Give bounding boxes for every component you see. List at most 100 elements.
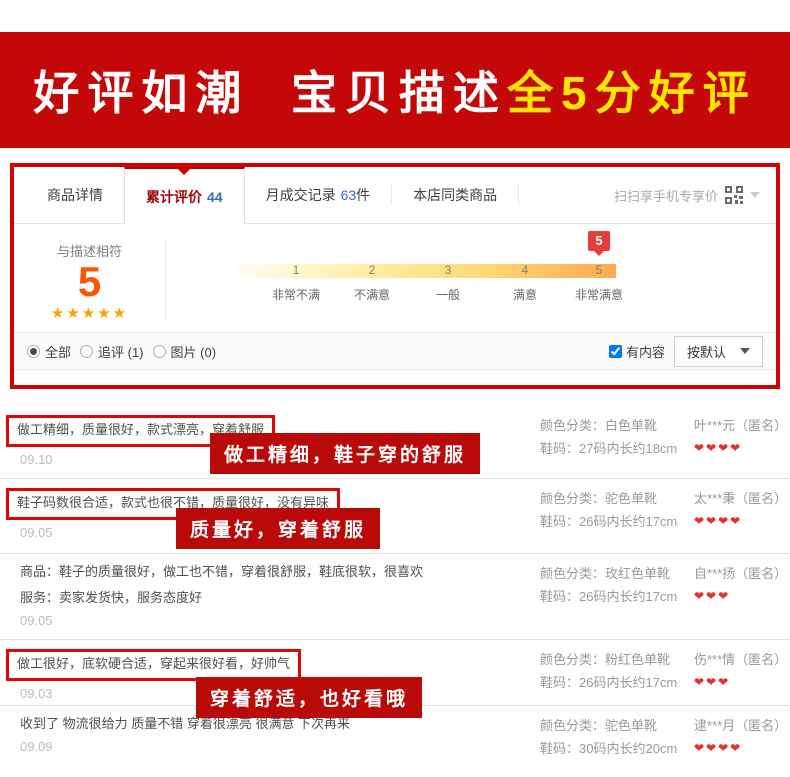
filter-all-label: 全部	[45, 344, 72, 360]
tab-product-detail[interactable]: 商品详情	[26, 167, 124, 223]
review-color: 颜色分类：驼色单靴	[540, 491, 658, 507]
chevron-down-icon	[750, 192, 760, 198]
has-content-checkbox-group[interactable]: 有内容	[608, 342, 665, 361]
review-buyer: 太***秉（匿名） ❤❤❤❤	[690, 488, 790, 553]
score-value: 5	[77, 258, 102, 305]
scale-label-1: 非常不满	[271, 288, 320, 302]
tab-product-detail-label: 商品详情	[47, 187, 103, 203]
score-badge-value: 5	[595, 233, 603, 248]
review-callout-banner: 穿着舒适，也好看哦	[196, 677, 423, 719]
review-color: 颜色分类：玫红色单靴	[540, 566, 671, 582]
satisfaction-scale: 1 2 3 4 5 非常不满 不满意 一般 满意 非常满意 5	[166, 231, 776, 322]
review-content: 商品：鞋子的质量很好，做工也不错，穿着很舒服，鞋底很软，很喜欢 服务：卖家发货快…	[20, 563, 540, 639]
review-date: 09.09	[20, 738, 53, 754]
radio-unselected-icon	[152, 344, 166, 358]
promo-banner-highlight: 全5分好评	[506, 67, 757, 119]
review-content: 收到了 物流很给力 质量不错 穿着很漂亮 很满意 下次再来 09.09	[20, 715, 540, 766]
review-buyer: 逮***月（匿名） ❤❤❤❤	[690, 715, 790, 766]
monthly-sales-count: 63	[340, 187, 357, 203]
has-content-label: 有内容	[625, 344, 665, 360]
chevron-down-icon	[740, 348, 750, 355]
promo-banner-text: 好评如潮 宝贝描述	[33, 67, 507, 119]
review-sku-info: 颜色分类：白色单靴 鞋码：27码内长约18cm	[540, 415, 690, 478]
tab-monthly-sales-label: 月成交记录	[265, 187, 336, 203]
review-size: 鞋码：27码内长约18cm	[540, 440, 678, 456]
scale-label-4: 满意	[512, 288, 537, 302]
review-row: 做工很好，底软硬合适，穿起来很好看，好帅气 09.03 颜色分类：粉红色单靴 鞋…	[0, 640, 790, 719]
review-size: 鞋码：26码内长约17cm	[540, 674, 678, 690]
tab-same-store-items-label: 本店同类商品	[413, 187, 498, 203]
review-color: 颜色分类：白色单靴	[540, 418, 658, 434]
buyer-name: 太***秉（匿名）	[694, 491, 788, 507]
radio-selected-icon	[27, 344, 40, 358]
tab-bar: 商品详情 累计评价 44 月成交记录 63 件 本店同类商品 扫扫享手机专享价	[14, 167, 776, 224]
scale-tick-2: 2	[368, 263, 376, 277]
review-panel: 商品详情 累计评价 44 月成交记录 63 件 本店同类商品 扫扫享手机专享价	[10, 163, 780, 390]
tab-divider	[518, 185, 520, 205]
qr-code-icon	[725, 186, 743, 204]
tab-cumulative-reviews[interactable]: 累计评价 44	[124, 167, 245, 224]
buyer-name: 伤***情（匿名）	[694, 652, 788, 668]
scale-tick-5: 5	[595, 263, 603, 277]
scale-label-3: 一般	[435, 288, 460, 302]
monthly-sales-suffix: 件	[356, 187, 371, 203]
review-row: 做工精细，质量很好，款式漂亮，穿着舒服 09.10 颜色分类：白色单靴 鞋码：2…	[0, 406, 790, 480]
filter-bar: 全部 追评 (1) 图片 (0) 有内容 按默认	[14, 332, 776, 371]
review-size: 鞋码：26码内长约17cm	[540, 513, 678, 529]
buyer-name: 叶***元（匿名）	[694, 418, 788, 434]
review-list: 做工精细，质量很好，款式漂亮，穿着舒服 09.10 颜色分类：白色单靴 鞋码：2…	[0, 406, 790, 766]
review-sku-info: 颜色分类：粉红色单靴 鞋码：26码内长约17cm	[540, 649, 690, 705]
review-sku-info: 颜色分类：玫红色单靴 鞋码：26码内长约17cm	[540, 563, 690, 639]
scale-tick-3: 3	[444, 263, 452, 277]
review-buyer: 叶***元（匿名） ❤❤❤❤	[690, 415, 790, 478]
tab-monthly-sales[interactable]: 月成交记录 63 件	[245, 167, 392, 223]
buyer-name: 自***扬（匿名）	[694, 566, 788, 582]
review-size: 鞋码：26码内长约17cm	[540, 588, 678, 604]
filter-pictures-label: 图片 (0)	[170, 344, 217, 360]
review-date: 09.05	[20, 612, 53, 628]
review-row: 商品：鞋子的质量很好，做工也不错，穿着很舒服，鞋底很软，很喜欢 服务：卖家发货快…	[0, 554, 790, 641]
scale-tick-1: 1	[292, 263, 300, 277]
badge-pointer-icon	[594, 251, 604, 256]
mobile-exclusive-price-label: 扫扫享手机专享价	[613, 188, 718, 204]
has-content-checkbox[interactable]	[608, 344, 622, 358]
radio-dot-icon	[30, 347, 37, 355]
buyer-rank-hearts-icon: ❤❤❤	[694, 589, 731, 604]
filter-append-label: 追评 (1)	[98, 344, 144, 360]
review-sku-info: 颜色分类：驼色单靴 鞋码：26码内长约17cm	[540, 488, 690, 553]
description-score-block: 与描述相符 5 ★★★★★	[14, 238, 166, 323]
active-tab-marker-icon	[178, 169, 191, 175]
radio-unselected-icon	[80, 344, 94, 358]
review-buyer: 伤***情（匿名） ❤❤❤	[690, 649, 790, 705]
reviews-count: 44	[207, 188, 223, 205]
review-buyer: 自***扬（匿名） ❤❤❤	[690, 563, 790, 639]
filter-all-option[interactable]: 全部	[27, 342, 71, 361]
filter-pictures-option[interactable]: 图片 (0)	[152, 342, 217, 361]
promo-banner: 好评如潮 宝贝描述 全5分好评	[0, 32, 790, 148]
review-text-product-line: 商品：鞋子的质量很好，做工也不错，穿着很舒服，鞋底很软，很喜欢	[20, 564, 424, 580]
review-text-service-line: 服务：卖家发货快，服务态度好	[20, 589, 203, 605]
review-size: 鞋码：30码内长约20cm	[540, 740, 678, 756]
review-callout-banner: 质量好，穿着舒服	[176, 508, 381, 550]
stars-icon: ★★★★★	[50, 305, 129, 323]
buyer-name: 逮***月（匿名）	[694, 718, 788, 734]
review-color: 颜色分类：驼色单靴	[540, 718, 658, 734]
scale-label-5: 非常满意	[574, 288, 623, 302]
tab-cumulative-reviews-label: 累计评价	[146, 188, 202, 205]
buyer-rank-hearts-icon: ❤❤❤	[694, 675, 731, 690]
buyer-rank-hearts-icon: ❤❤❤❤	[694, 441, 743, 456]
review-row: 鞋子码数很合适，款式也很不错，质量很好，没有异味 09.05 颜色分类：驼色单靴…	[0, 479, 790, 555]
filter-append-option[interactable]: 追评 (1)	[80, 342, 144, 361]
filter-right-group: 有内容 按默认	[608, 335, 763, 367]
review-callout-banner: 做工精细，鞋子穿的舒服	[210, 433, 481, 475]
score-badge: 5	[588, 231, 610, 256]
mobile-exclusive-price-link[interactable]: 扫扫享手机专享价	[614, 167, 760, 223]
sort-default-button[interactable]: 按默认	[673, 335, 763, 367]
rating-summary: 与描述相符 5 ★★★★★ 1 2 3 4 5 非常不满 不满意 一般 满意 非…	[14, 224, 776, 332]
sort-default-label: 按默认	[686, 344, 726, 360]
review-color: 颜色分类：粉红色单靴	[540, 652, 671, 668]
scale-tick-4: 4	[521, 263, 529, 277]
scale-label-2: 不满意	[353, 288, 390, 302]
buyer-rank-hearts-icon: ❤❤❤❤	[694, 741, 743, 756]
tab-same-store-items[interactable]: 本店同类商品	[392, 167, 518, 223]
